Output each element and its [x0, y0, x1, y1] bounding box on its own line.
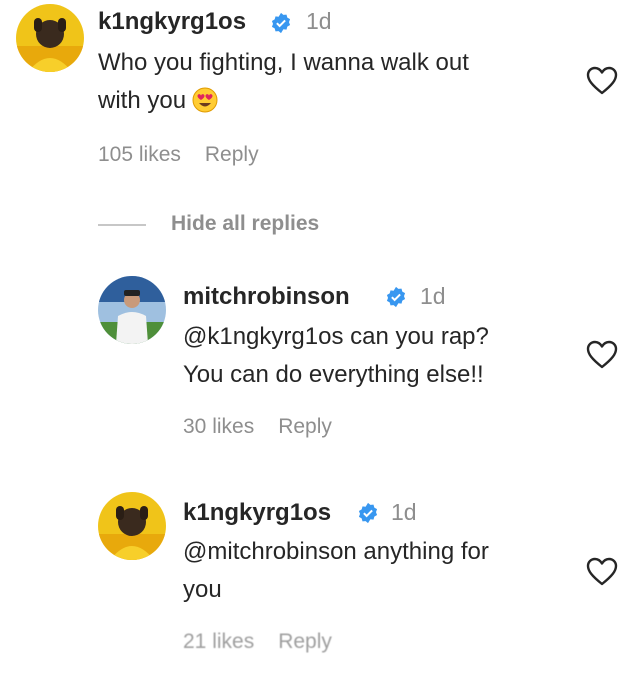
comment-text-line-1: Who you fighting, I wanna walk out: [98, 49, 469, 76]
comment-time: 1d: [306, 8, 332, 34]
reply-text-line-2: You can do everything else!!: [183, 361, 484, 388]
reply-text-line-2: you: [183, 576, 222, 603]
comment-text-line-2: with you: [98, 87, 187, 114]
verified-badge-icon: [271, 12, 291, 34]
reply-username[interactable]: mitchrobinson: [183, 283, 350, 311]
reply-time: 1d: [420, 283, 446, 309]
hide-replies-button[interactable]: Hide all replies: [171, 212, 319, 236]
comment-username[interactable]: k1ngkyrg1os: [98, 8, 246, 36]
like-heart-icon[interactable]: [586, 557, 618, 587]
like-heart-icon[interactable]: [586, 340, 618, 370]
like-count[interactable]: 30 likes: [183, 415, 254, 438]
avatar-mitchrobinson[interactable]: [98, 276, 166, 344]
heart-eyes-emoji-icon: [192, 87, 218, 124]
replies-divider: [98, 224, 146, 226]
reply-button[interactable]: Reply: [278, 630, 332, 653]
reply-meta: 2​1 likes Reply: [183, 630, 356, 654]
like-count[interactable]: 105 likes: [98, 143, 181, 166]
reply-time: 1d: [391, 499, 417, 525]
verified-badge-icon: [386, 286, 406, 308]
reply-meta: 30 likes Reply: [183, 415, 356, 439]
avatar-k1ngkyrg1os[interactable]: [98, 492, 166, 560]
reply-text-line-1: @k1ngkyrg1os can you rap?: [183, 323, 489, 350]
like-heart-icon[interactable]: [586, 66, 618, 96]
reply-username[interactable]: k1ngkyrg1os: [183, 499, 331, 527]
verified-badge-icon: [358, 502, 378, 524]
comment-meta: 105 likes Reply: [98, 143, 283, 167]
like-count[interactable]: 2​1 likes: [183, 630, 254, 653]
reply-button[interactable]: Reply: [278, 415, 332, 438]
avatar-k1ngkyrg1os[interactable]: [16, 4, 84, 72]
reply-text-line-1: @mitchrobinson anything for: [183, 538, 489, 565]
reply-button[interactable]: Reply: [205, 143, 259, 166]
comment-text-line-2-wrapper: with you: [98, 82, 218, 124]
